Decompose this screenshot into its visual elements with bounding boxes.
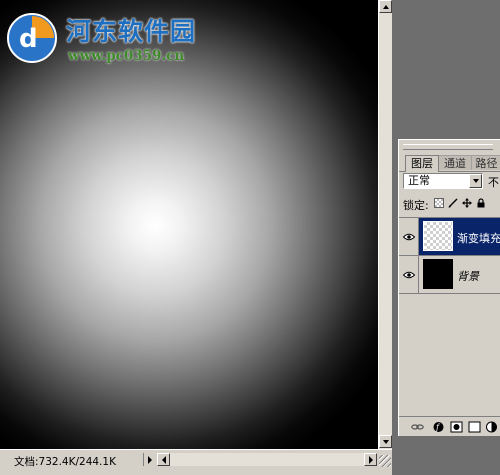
scroll-up-button[interactable] — [379, 0, 392, 13]
watermark-url: www.pc0359.cn — [68, 48, 185, 64]
document-size-info: 文档:732.4K/244.1K — [14, 456, 116, 468]
blend-mode-value: 正常 — [408, 174, 430, 187]
layer-name[interactable]: 渐变填充 — [457, 230, 500, 246]
scroll-right-button[interactable] — [364, 453, 377, 466]
lock-transparency-icon[interactable] — [434, 198, 444, 208]
panel-footer: f — [399, 416, 500, 436]
blend-mode-dropdown-button[interactable] — [469, 174, 482, 188]
horizontal-scrollbar-track[interactable] — [170, 453, 364, 466]
layer-thumbnail — [423, 259, 453, 289]
layer-list: 渐变填充 背景 — [399, 217, 500, 415]
lock-pixels-brush-icon[interactable] — [448, 198, 458, 208]
lock-row: 锁定: — [399, 195, 500, 213]
tab-channels[interactable]: 通道 — [439, 155, 471, 170]
eye-icon — [402, 271, 415, 278]
panel-titlebar[interactable] — [399, 140, 500, 153]
add-mask-icon[interactable] — [450, 421, 463, 433]
resize-grip[interactable] — [379, 455, 391, 467]
visibility-toggle[interactable] — [399, 256, 419, 293]
layer-style-icon[interactable]: f — [432, 421, 445, 433]
tab-layers[interactable]: 图层 — [405, 155, 439, 172]
pc0359-logo-icon: d — [7, 13, 57, 63]
document-status-bar: 文档:732.4K/244.1K — [0, 449, 392, 475]
visibility-toggle[interactable] — [399, 218, 419, 255]
layer-name[interactable]: 背景 — [457, 268, 479, 284]
arrow-up-icon — [382, 4, 389, 9]
arrow-right-icon — [368, 455, 373, 464]
new-layer-set-icon[interactable] — [468, 421, 481, 433]
scroll-left-button[interactable] — [157, 453, 170, 466]
link-layers-icon[interactable] — [411, 421, 424, 433]
lock-all-icon[interactable] — [476, 198, 486, 208]
opacity-label: 不 — [488, 176, 499, 189]
layer-thumbnail — [423, 221, 453, 251]
chevron-down-icon — [472, 179, 479, 183]
panel-drag-grip[interactable] — [403, 144, 493, 150]
panel-tabs: 图层 通道 路径 — [399, 154, 500, 172]
scroll-down-button[interactable] — [379, 435, 392, 448]
svg-text:d: d — [19, 24, 38, 54]
status-menu-button[interactable] — [143, 453, 155, 466]
vertical-scrollbar[interactable] — [378, 0, 392, 449]
adjustment-layer-icon[interactable] — [485, 421, 498, 433]
tab-paths[interactable]: 路径 — [471, 155, 500, 170]
layer-row-gradient-fill[interactable]: 渐变填充 — [399, 218, 500, 256]
triangle-right-icon — [147, 455, 152, 464]
lock-label: 锁定: — [403, 199, 429, 212]
lock-position-move-icon[interactable] — [462, 198, 472, 208]
document-canvas[interactable]: d 河东软件园 www.pc0359.cn — [0, 0, 378, 449]
watermark-title: 河东软件园 — [66, 17, 197, 46]
arrow-left-icon — [161, 455, 166, 464]
blend-mode-select[interactable]: 正常 — [403, 173, 483, 189]
eye-icon — [402, 233, 415, 240]
layer-row-background[interactable]: 背景 — [399, 256, 500, 294]
arrow-down-icon — [382, 439, 389, 444]
layers-panel: 图层 通道 路径 正常 不 锁定: 渐变填充 背景 f — [398, 139, 500, 436]
